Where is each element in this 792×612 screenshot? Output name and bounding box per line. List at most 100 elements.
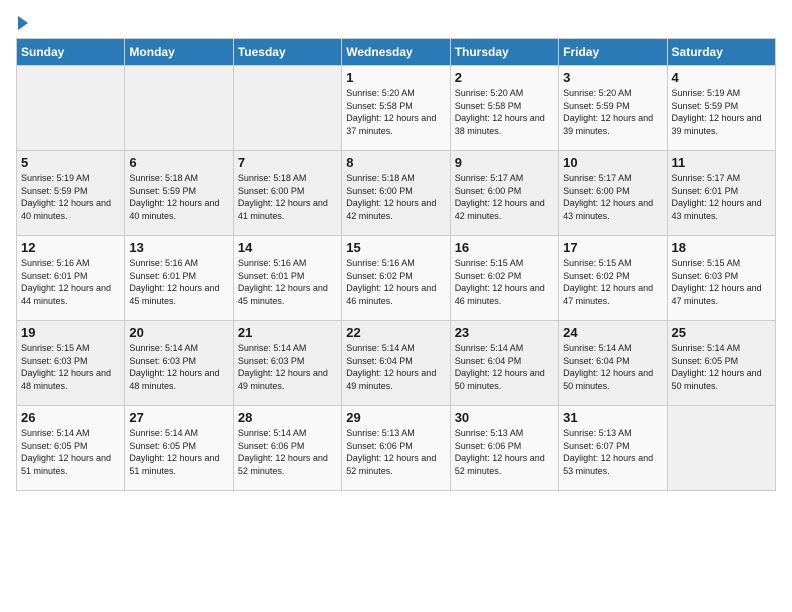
calendar-cell: 30 Sunrise: 5:13 AMSunset: 6:06 PMDaylig… [450, 406, 558, 491]
day-info: Sunrise: 5:19 AMSunset: 5:59 PMDaylight:… [672, 87, 771, 137]
calendar-cell: 31 Sunrise: 5:13 AMSunset: 6:07 PMDaylig… [559, 406, 667, 491]
calendar-cell: 3 Sunrise: 5:20 AMSunset: 5:59 PMDayligh… [559, 66, 667, 151]
day-info: Sunrise: 5:17 AMSunset: 6:00 PMDaylight:… [455, 172, 554, 222]
day-info: Sunrise: 5:13 AMSunset: 6:06 PMDaylight:… [346, 427, 445, 477]
weekday-header-row: SundayMondayTuesdayWednesdayThursdayFrid… [17, 39, 776, 66]
day-number: 22 [346, 325, 445, 340]
calendar-cell [667, 406, 775, 491]
calendar-cell: 8 Sunrise: 5:18 AMSunset: 6:00 PMDayligh… [342, 151, 450, 236]
day-number: 5 [21, 155, 120, 170]
calendar-cell: 5 Sunrise: 5:19 AMSunset: 5:59 PMDayligh… [17, 151, 125, 236]
day-number: 15 [346, 240, 445, 255]
day-number: 9 [455, 155, 554, 170]
calendar-cell: 12 Sunrise: 5:16 AMSunset: 6:01 PMDaylig… [17, 236, 125, 321]
day-info: Sunrise: 5:14 AMSunset: 6:05 PMDaylight:… [672, 342, 771, 392]
calendar-cell [233, 66, 341, 151]
day-number: 3 [563, 70, 662, 85]
page-header [16, 16, 776, 30]
calendar-week-row: 5 Sunrise: 5:19 AMSunset: 5:59 PMDayligh… [17, 151, 776, 236]
day-number: 18 [672, 240, 771, 255]
day-info: Sunrise: 5:14 AMSunset: 6:03 PMDaylight:… [238, 342, 337, 392]
day-number: 16 [455, 240, 554, 255]
day-info: Sunrise: 5:18 AMSunset: 6:00 PMDaylight:… [346, 172, 445, 222]
day-info: Sunrise: 5:18 AMSunset: 5:59 PMDaylight:… [129, 172, 228, 222]
day-number: 21 [238, 325, 337, 340]
weekday-header-tuesday: Tuesday [233, 39, 341, 66]
calendar-cell [125, 66, 233, 151]
calendar-week-row: 12 Sunrise: 5:16 AMSunset: 6:01 PMDaylig… [17, 236, 776, 321]
calendar-cell: 18 Sunrise: 5:15 AMSunset: 6:03 PMDaylig… [667, 236, 775, 321]
day-number: 20 [129, 325, 228, 340]
day-number: 4 [672, 70, 771, 85]
day-number: 23 [455, 325, 554, 340]
calendar-cell: 17 Sunrise: 5:15 AMSunset: 6:02 PMDaylig… [559, 236, 667, 321]
calendar-cell: 27 Sunrise: 5:14 AMSunset: 6:05 PMDaylig… [125, 406, 233, 491]
day-number: 14 [238, 240, 337, 255]
weekday-header-wednesday: Wednesday [342, 39, 450, 66]
calendar-cell: 24 Sunrise: 5:14 AMSunset: 6:04 PMDaylig… [559, 321, 667, 406]
calendar-cell [17, 66, 125, 151]
day-number: 6 [129, 155, 228, 170]
day-info: Sunrise: 5:20 AMSunset: 5:58 PMDaylight:… [455, 87, 554, 137]
weekday-header-sunday: Sunday [17, 39, 125, 66]
calendar-cell: 29 Sunrise: 5:13 AMSunset: 6:06 PMDaylig… [342, 406, 450, 491]
calendar-cell: 25 Sunrise: 5:14 AMSunset: 6:05 PMDaylig… [667, 321, 775, 406]
day-info: Sunrise: 5:18 AMSunset: 6:00 PMDaylight:… [238, 172, 337, 222]
day-info: Sunrise: 5:14 AMSunset: 6:05 PMDaylight:… [21, 427, 120, 477]
day-number: 8 [346, 155, 445, 170]
day-number: 17 [563, 240, 662, 255]
weekday-header-saturday: Saturday [667, 39, 775, 66]
day-info: Sunrise: 5:20 AMSunset: 5:58 PMDaylight:… [346, 87, 445, 137]
calendar-cell: 15 Sunrise: 5:16 AMSunset: 6:02 PMDaylig… [342, 236, 450, 321]
day-info: Sunrise: 5:16 AMSunset: 6:01 PMDaylight:… [129, 257, 228, 307]
day-info: Sunrise: 5:14 AMSunset: 6:06 PMDaylight:… [238, 427, 337, 477]
calendar-cell: 19 Sunrise: 5:15 AMSunset: 6:03 PMDaylig… [17, 321, 125, 406]
day-info: Sunrise: 5:15 AMSunset: 6:03 PMDaylight:… [672, 257, 771, 307]
day-info: Sunrise: 5:14 AMSunset: 6:04 PMDaylight:… [346, 342, 445, 392]
logo [16, 16, 28, 30]
day-number: 7 [238, 155, 337, 170]
calendar-cell: 7 Sunrise: 5:18 AMSunset: 6:00 PMDayligh… [233, 151, 341, 236]
calendar-week-row: 1 Sunrise: 5:20 AMSunset: 5:58 PMDayligh… [17, 66, 776, 151]
calendar-cell: 21 Sunrise: 5:14 AMSunset: 6:03 PMDaylig… [233, 321, 341, 406]
day-info: Sunrise: 5:13 AMSunset: 6:06 PMDaylight:… [455, 427, 554, 477]
calendar-cell: 13 Sunrise: 5:16 AMSunset: 6:01 PMDaylig… [125, 236, 233, 321]
day-info: Sunrise: 5:15 AMSunset: 6:03 PMDaylight:… [21, 342, 120, 392]
day-info: Sunrise: 5:14 AMSunset: 6:03 PMDaylight:… [129, 342, 228, 392]
day-number: 29 [346, 410, 445, 425]
day-number: 2 [455, 70, 554, 85]
calendar-cell: 11 Sunrise: 5:17 AMSunset: 6:01 PMDaylig… [667, 151, 775, 236]
calendar-cell: 9 Sunrise: 5:17 AMSunset: 6:00 PMDayligh… [450, 151, 558, 236]
day-info: Sunrise: 5:20 AMSunset: 5:59 PMDaylight:… [563, 87, 662, 137]
day-info: Sunrise: 5:17 AMSunset: 6:01 PMDaylight:… [672, 172, 771, 222]
day-number: 30 [455, 410, 554, 425]
calendar-cell: 16 Sunrise: 5:15 AMSunset: 6:02 PMDaylig… [450, 236, 558, 321]
day-info: Sunrise: 5:13 AMSunset: 6:07 PMDaylight:… [563, 427, 662, 477]
day-info: Sunrise: 5:14 AMSunset: 6:04 PMDaylight:… [455, 342, 554, 392]
day-number: 12 [21, 240, 120, 255]
calendar-cell: 4 Sunrise: 5:19 AMSunset: 5:59 PMDayligh… [667, 66, 775, 151]
calendar-week-row: 26 Sunrise: 5:14 AMSunset: 6:05 PMDaylig… [17, 406, 776, 491]
calendar-cell: 6 Sunrise: 5:18 AMSunset: 5:59 PMDayligh… [125, 151, 233, 236]
calendar-cell: 23 Sunrise: 5:14 AMSunset: 6:04 PMDaylig… [450, 321, 558, 406]
day-number: 1 [346, 70, 445, 85]
day-number: 13 [129, 240, 228, 255]
day-number: 28 [238, 410, 337, 425]
day-info: Sunrise: 5:15 AMSunset: 6:02 PMDaylight:… [455, 257, 554, 307]
weekday-header-friday: Friday [559, 39, 667, 66]
day-number: 27 [129, 410, 228, 425]
logo-arrow-icon [18, 16, 28, 30]
calendar-cell: 1 Sunrise: 5:20 AMSunset: 5:58 PMDayligh… [342, 66, 450, 151]
calendar-cell: 2 Sunrise: 5:20 AMSunset: 5:58 PMDayligh… [450, 66, 558, 151]
day-info: Sunrise: 5:15 AMSunset: 6:02 PMDaylight:… [563, 257, 662, 307]
day-number: 31 [563, 410, 662, 425]
weekday-header-monday: Monday [125, 39, 233, 66]
day-info: Sunrise: 5:14 AMSunset: 6:05 PMDaylight:… [129, 427, 228, 477]
day-info: Sunrise: 5:19 AMSunset: 5:59 PMDaylight:… [21, 172, 120, 222]
weekday-header-thursday: Thursday [450, 39, 558, 66]
calendar-cell: 10 Sunrise: 5:17 AMSunset: 6:00 PMDaylig… [559, 151, 667, 236]
calendar-cell: 22 Sunrise: 5:14 AMSunset: 6:04 PMDaylig… [342, 321, 450, 406]
day-info: Sunrise: 5:16 AMSunset: 6:01 PMDaylight:… [238, 257, 337, 307]
day-number: 25 [672, 325, 771, 340]
calendar-table: SundayMondayTuesdayWednesdayThursdayFrid… [16, 38, 776, 491]
